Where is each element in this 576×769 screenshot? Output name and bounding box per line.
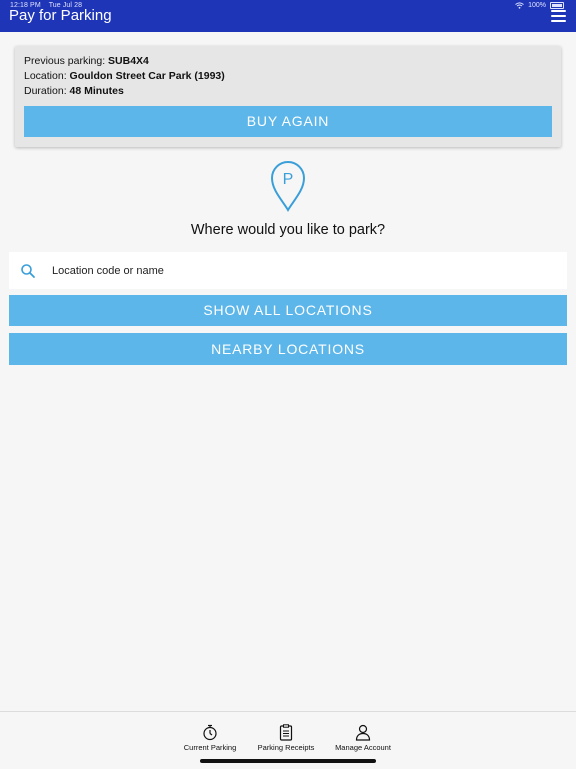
app-title: Pay for Parking [9,7,112,24]
user-icon [355,724,371,741]
app-bar: 12:18 PM Tue Jul 28 100% Pay for Parking [0,0,576,32]
show-all-locations-button[interactable]: SHOW ALL LOCATIONS [9,295,567,326]
previous-parking-card: Previous parking: SUB4X4 Location: Gould… [15,46,561,147]
location-search-input[interactable] [52,252,552,289]
previous-parking-plate: SUB4X4 [108,55,149,67]
hamburger-menu-icon[interactable] [551,10,566,22]
previous-location-label: Location: [24,70,70,82]
previous-duration-label: Duration: [24,85,70,97]
search-box [9,252,567,289]
status-bar-right: 100% [515,2,564,9]
battery-icon [550,2,564,9]
parking-pin-icon: P [270,161,306,212]
tab-parking-receipts-label: Parking Receipts [257,743,315,752]
home-indicator [200,759,376,763]
nearby-locations-button[interactable]: NEARBY LOCATIONS [9,333,567,365]
receipt-icon [279,724,293,741]
tab-manage-account[interactable]: Manage Account [323,724,403,752]
tab-current-parking-label: Current Parking [183,743,237,752]
previous-duration-value: 48 Minutes [69,85,124,97]
wifi-icon [515,2,524,9]
buy-again-button[interactable]: BUY AGAIN [24,106,552,137]
search-icon [21,264,35,278]
where-to-park-question: Where would you like to park? [190,222,386,238]
pin-letter: P [283,171,294,188]
previous-parking-label: Previous parking: [24,55,109,67]
previous-location-value: Gouldon Street Car Park (1993) [69,70,225,82]
stopwatch-icon [203,724,217,741]
tab-current-parking[interactable]: Current Parking [170,724,250,752]
previous-location-line: Location: Gouldon Street Car Park (1993) [24,70,225,82]
previous-parking-line: Previous parking: SUB4X4 [24,55,149,67]
tab-manage-account-label: Manage Account [335,743,391,752]
previous-duration-line: Duration: 48 Minutes [24,85,124,97]
tab-parking-receipts[interactable]: Parking Receipts [246,724,326,752]
battery-percent: 100% [528,2,546,9]
